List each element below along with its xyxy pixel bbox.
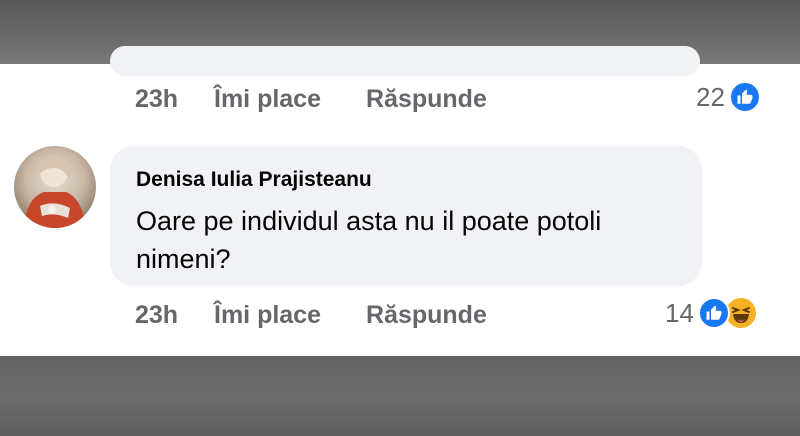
like-button[interactable]: Îmi place	[214, 301, 321, 330]
reaction-summary[interactable]: 14	[665, 296, 758, 330]
like-icon	[697, 297, 730, 329]
avatar[interactable]	[14, 146, 96, 228]
comment-text: Oare pe individul asta nu il poate potol…	[136, 202, 696, 278]
reply-button[interactable]: Răspunde	[366, 301, 487, 330]
comment-text-line: Oare pe individul asta nu il poate potol…	[136, 206, 602, 236]
reaction-summary[interactable]: 22	[696, 81, 761, 113]
like-button[interactable]: Îmi place	[214, 85, 321, 114]
comment-bubble: Denisa Iulia Prajisteanu Oare pe individ…	[110, 146, 702, 286]
comment-text-line: nimeni?	[136, 244, 231, 274]
comment-author[interactable]: Denisa Iulia Prajisteanu	[136, 168, 372, 192]
background-bottom	[0, 356, 800, 436]
comment-timestamp[interactable]: 23h	[135, 85, 178, 114]
previous-comment-actions: 23h Îmi place Răspunde	[0, 79, 800, 119]
reaction-count: 14	[665, 297, 694, 328]
like-icon	[728, 81, 761, 113]
comment-timestamp[interactable]: 23h	[135, 301, 178, 330]
previous-comment-bubble	[110, 46, 700, 76]
reply-button[interactable]: Răspunde	[366, 85, 487, 114]
comments-panel: 23h Îmi place Răspunde 22 Denisa Iulia P…	[0, 46, 800, 356]
reaction-count: 22	[696, 81, 725, 112]
